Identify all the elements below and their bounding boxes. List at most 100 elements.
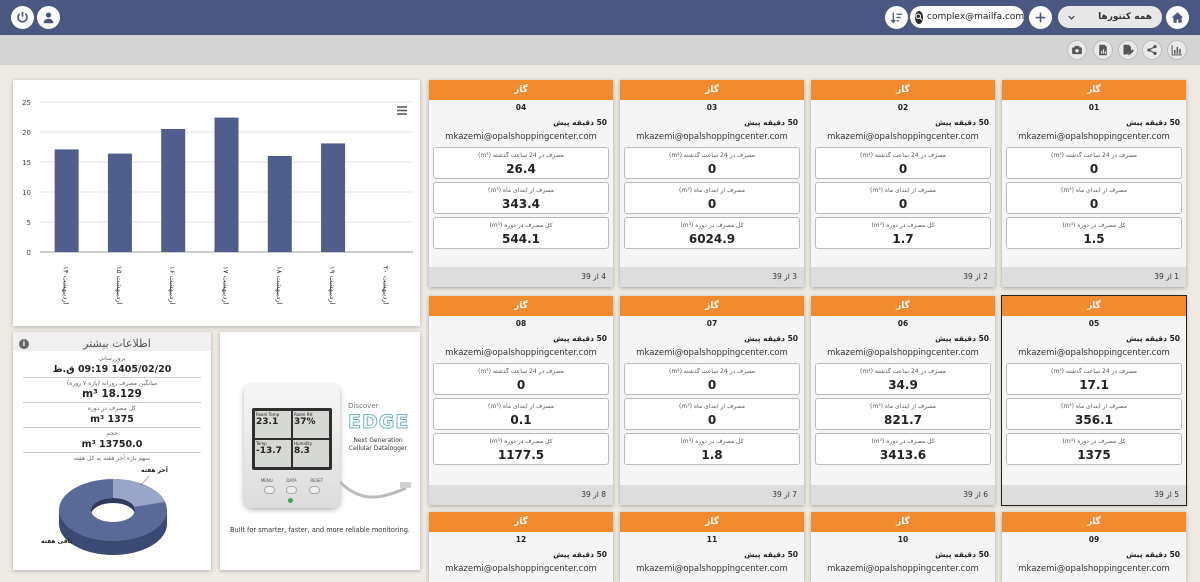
info-icon[interactable]: i xyxy=(19,338,29,349)
meter-page-indicator: 3 از 39 xyxy=(620,267,804,287)
meter-stat-box: مصرف از ابتدای ماه (m³) 0 xyxy=(1006,182,1182,214)
sort-button[interactable] xyxy=(885,6,908,29)
chart-bar[interactable] xyxy=(214,117,239,252)
meter-card[interactable]: گاز 05 50 دقیقه پیش mkazemi@opalshoppingcen… xyxy=(1001,295,1187,506)
meter-card[interactable]: گاز 03 50 دقیقه پیش mkazemi@opalshoppingcen… xyxy=(620,80,804,287)
chart-bar[interactable] xyxy=(321,143,346,252)
meter-stat-box: مصرف از ابتدای ماه (m³) 821.7 xyxy=(815,398,991,430)
x-tick-label: اردیبهشت ۱۷ xyxy=(222,266,230,305)
power-button[interactable] xyxy=(11,6,34,29)
meter-owner-email: mkazemi@opalshoppingcenter.com xyxy=(827,564,979,574)
meter-type-header: گاز xyxy=(620,80,804,100)
meter-card[interactable]: گاز 01 50 دقیقه پیش mkazemi@opalshoppingcen… xyxy=(1002,80,1186,287)
meter-stat-label: مصرف از ابتدای ماه (m³) xyxy=(488,187,554,194)
meter-stat-label: مصرف از ابتدای ماه (m³) xyxy=(1061,403,1127,410)
meter-type-header: گاز xyxy=(1002,512,1186,532)
weekend-share-donut xyxy=(59,475,167,555)
ad-tagline: Built for smarter, faster, and more reli… xyxy=(230,526,410,534)
email-search-field[interactable]: complex@mailfa.com xyxy=(910,6,1024,28)
meter-owner-email: mkazemi@opalshoppingcenter.com xyxy=(1018,348,1170,358)
info-card: اطلاعات بیشتر i بروزرسانی 1405/02/20 09:… xyxy=(13,332,211,570)
meter-card[interactable]: گاز 11 50 دقیقه پیش mkazemi@opalshoppingcen… xyxy=(620,512,804,582)
edit-button[interactable] xyxy=(1118,40,1138,60)
meter-type-header: گاز xyxy=(811,296,995,316)
meter-stat-value: 1375 xyxy=(1077,448,1111,462)
meter-card[interactable]: گاز 04 50 دقیقه پیش mkazemi@opalshoppingcen… xyxy=(429,80,613,287)
meter-stat-box: کل مصرف در دوره (m³) 1375 xyxy=(1006,433,1182,465)
x-tick-label: اردیبهشت ۱۵ xyxy=(115,266,123,305)
meter-stat-box: مصرف در 24 ساعت گذشته (m³) 0 xyxy=(624,363,800,395)
home-icon xyxy=(1171,12,1184,23)
meter-stat-label: مصرف از ابتدای ماه (m³) xyxy=(679,403,745,410)
meter-id: 11 xyxy=(706,535,718,544)
meter-card[interactable]: گاز 02 50 دقیقه پیش mkazemi@opalshoppingcen… xyxy=(811,80,995,287)
meter-id: 02 xyxy=(897,103,909,112)
meter-last-update: 50 دقیقه پیش xyxy=(744,550,798,559)
screen-value-temp: -13.7 xyxy=(256,446,282,456)
meter-stat-label: کل مصرف در دوره (m³) xyxy=(489,222,553,229)
meter-owner-email: mkazemi@opalshoppingcenter.com xyxy=(445,132,597,142)
chart-bar[interactable] xyxy=(107,153,132,252)
user-button[interactable] xyxy=(37,6,60,29)
meter-card[interactable]: گاز 06 50 دقیقه پیش mkazemi@opalshoppingcen… xyxy=(811,296,995,505)
meter-card[interactable]: گاز 12 50 دقیقه پیش mkazemi@opalshoppingcen… xyxy=(429,512,613,582)
status-led-icon xyxy=(288,498,293,503)
donut-label-weekend: آخر هفته xyxy=(141,467,168,474)
meter-stat-value: 0 xyxy=(707,413,717,427)
meter-stat-box: کل مصرف در دوره (m³) 3413.6 xyxy=(815,433,991,465)
product-line-2: Cellular Datalogger xyxy=(348,445,408,452)
meter-type-header: گاز xyxy=(429,296,613,316)
meter-stat-value: 356.1 xyxy=(1075,413,1113,427)
datalogger-ad-card[interactable]: Room Temp 23.1 Room RH 37% Temp -13.7 Humid… xyxy=(220,332,420,570)
meter-stat-box: مصرف در 24 ساعت گذشته (m³) 0 xyxy=(433,363,609,395)
meter-card[interactable]: گاز 10 50 دقیقه پیش mkazemi@opalshoppingcen… xyxy=(811,512,995,582)
chart-bar[interactable] xyxy=(161,129,186,252)
snapshot-button[interactable] xyxy=(1067,40,1087,60)
donut-label-rest: باقی هفته xyxy=(41,538,73,545)
add-button[interactable] xyxy=(1029,6,1052,29)
meter-stat-value: 0 xyxy=(1089,162,1099,176)
camera-icon xyxy=(1072,45,1082,55)
meter-stat-value: 0 xyxy=(1089,197,1099,211)
volume-value: 13750.0 m³ xyxy=(81,439,143,450)
y-tick-label: 5 xyxy=(27,219,31,227)
meter-stat-value: 1.8 xyxy=(701,448,723,462)
meter-id: 07 xyxy=(706,319,718,328)
top-bar: complex@mailfa.com همه کنتورها xyxy=(0,0,1200,35)
meter-id: 04 xyxy=(515,103,527,112)
meter-page-indicator: 2 از 39 xyxy=(811,267,995,287)
meter-stat-value: 821.7 xyxy=(884,413,922,427)
chart-menu-icon[interactable] xyxy=(397,106,407,115)
meter-last-update: 50 دقیقه پیش xyxy=(935,334,989,343)
meter-stat-value: 3413.6 xyxy=(879,448,927,462)
chart-bar[interactable] xyxy=(54,149,79,252)
meter-id: 09 xyxy=(1088,535,1100,544)
meter-page-indicator: 8 از 39 xyxy=(429,485,613,505)
home-button[interactable] xyxy=(1166,6,1189,29)
screen-value-room-temp: 23.1 xyxy=(256,417,279,427)
meter-card[interactable]: گاز 08 50 دقیقه پیش mkazemi@opalshoppingcen… xyxy=(429,296,613,505)
total-value: 1375 m³ xyxy=(90,414,134,425)
bar-chart-icon xyxy=(1171,45,1182,56)
user-icon xyxy=(43,12,54,24)
meter-stat-label: مصرف در 24 ساعت گذشته (m³) xyxy=(477,152,565,159)
meter-last-update: 50 دقیقه پیش xyxy=(553,550,607,559)
meter-stat-value: 0 xyxy=(707,197,717,211)
meter-select[interactable]: همه کنتورها xyxy=(1058,6,1162,28)
x-tick-label: اردیبهشت ۱۹ xyxy=(328,266,336,305)
meter-stat-label: مصرف در 24 ساعت گذشته (m³) xyxy=(1050,152,1138,159)
meter-stat-value: 544.1 xyxy=(502,232,540,246)
meter-last-update: 50 دقیقه پیش xyxy=(1126,550,1180,559)
meter-owner-email: mkazemi@opalshoppingcenter.com xyxy=(445,564,597,574)
meter-stat-label: کل مصرف در دوره (m³) xyxy=(1062,438,1126,445)
share-button[interactable] xyxy=(1142,40,1162,60)
chart-button[interactable] xyxy=(1167,40,1187,60)
meter-last-update: 50 دقیقه پیش xyxy=(935,550,989,559)
meter-stat-label: کل مصرف در دوره (m³) xyxy=(680,222,744,229)
chart-bar[interactable] xyxy=(267,156,292,252)
meter-card[interactable]: گاز 07 50 دقیقه پیش mkazemi@opalshoppingcen… xyxy=(620,296,804,505)
report-button[interactable] xyxy=(1093,40,1113,60)
meter-stat-value: 343.4 xyxy=(502,197,540,211)
meter-card[interactable]: گاز 09 50 دقیقه پیش mkazemi@opalshoppingcen… xyxy=(1002,512,1186,582)
meter-stat-label: مصرف در 24 ساعت گذشته (m³) xyxy=(1050,368,1138,375)
